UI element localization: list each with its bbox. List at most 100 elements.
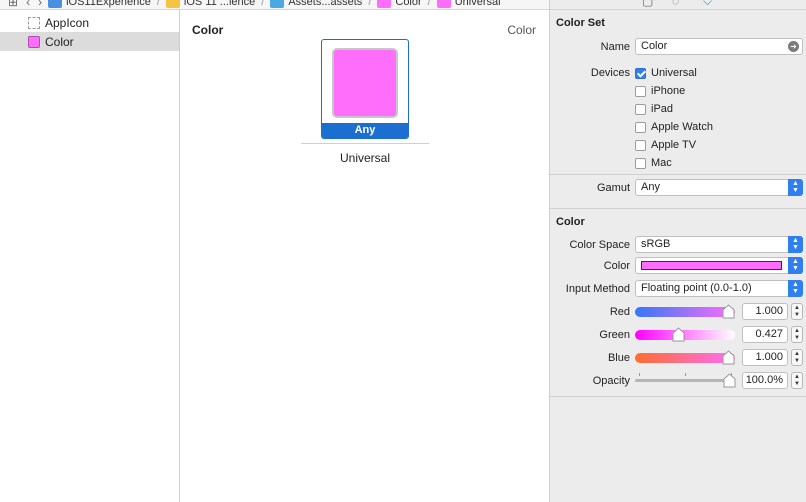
device-universal-checkbox[interactable]: Universal xyxy=(635,66,697,80)
slider-tick xyxy=(639,373,640,376)
checkbox-icon xyxy=(635,85,646,97)
blue-slider[interactable] xyxy=(635,350,735,365)
color-space-value: sRGB xyxy=(641,238,671,250)
inspector-tab-bar: ▢ ◌ ⌵ xyxy=(550,0,806,10)
red-stepper[interactable]: ▲ ▼ xyxy=(791,303,803,320)
related-items-icon[interactable]: ⊞ xyxy=(8,0,18,9)
checkbox-label: iPhone xyxy=(651,85,686,97)
name-label: Name xyxy=(600,41,630,53)
slider-knob-icon[interactable] xyxy=(723,373,736,388)
slider-knob-icon[interactable] xyxy=(722,350,735,365)
jump-bar: ⊞ ‹ › iOS11Experience / iOS 11 ...ience … xyxy=(0,0,549,10)
slider-knob-icon[interactable] xyxy=(722,304,735,319)
breadcrumb-label: iOS11Experience xyxy=(66,0,151,8)
breadcrumb-separator: / xyxy=(427,0,431,8)
device-iphone-checkbox[interactable]: iPhone xyxy=(635,84,685,98)
back-arrow-icon[interactable]: ‹ xyxy=(26,0,30,9)
green-value-field[interactable]: 0.427 xyxy=(742,326,788,343)
go-arrow-icon[interactable]: ➔ xyxy=(788,41,799,52)
color-preview-swatch xyxy=(332,48,398,118)
asset-catalog-icon xyxy=(270,0,285,8)
color-well-popup[interactable]: ▲ ▼ xyxy=(635,257,803,274)
blue-value-field[interactable]: 1.000 xyxy=(742,349,788,366)
device-apple-watch-checkbox[interactable]: Apple Watch xyxy=(635,120,713,134)
name-field[interactable]: Color ➔ xyxy=(635,38,803,55)
checkbox-icon xyxy=(635,139,646,151)
checkbox-icon xyxy=(635,157,646,169)
asset-outline: AppIcon Color xyxy=(0,10,180,502)
asset-type-label: Color xyxy=(507,23,536,37)
red-value-field[interactable]: 1.000 xyxy=(742,303,788,320)
opacity-label: Opacity xyxy=(592,375,630,387)
gamut-popup[interactable]: Any ▲ ▼ xyxy=(635,179,803,196)
color-set-section-title: Color Set xyxy=(556,17,605,29)
outline-item-label: Color xyxy=(45,34,74,49)
device-group-label: Universal xyxy=(339,151,390,165)
opacity-slider[interactable] xyxy=(635,373,736,388)
outline-item-color[interactable]: Color xyxy=(0,32,179,51)
opacity-stepper[interactable]: ▲ ▼ xyxy=(791,372,803,389)
green-slider[interactable] xyxy=(635,327,735,342)
devices-label: Devices xyxy=(590,67,630,79)
color-well-any[interactable]: Any xyxy=(321,39,409,139)
breadcrumb-separator: / xyxy=(368,0,372,8)
breadcrumb-color[interactable]: Color xyxy=(377,0,422,8)
green-label: Green xyxy=(599,329,630,341)
popup-chevrons-icon: ▲ ▼ xyxy=(788,236,803,253)
input-method-value: Floating point (0.0-1.0) xyxy=(641,282,752,294)
color-space-popup[interactable]: sRGB ▲ ▼ xyxy=(635,236,803,253)
input-method-popup[interactable]: Floating point (0.0-1.0) ▲ ▼ xyxy=(635,280,803,297)
color-swatch-icon xyxy=(436,0,451,8)
forward-arrow-icon[interactable]: › xyxy=(38,0,42,9)
popup-chevrons-icon: ▲ ▼ xyxy=(788,280,803,297)
xcode-asset-catalog-window: ⊞ ‹ › iOS11Experience / iOS 11 ...ience … xyxy=(0,0,806,502)
gamut-label: Gamut xyxy=(596,182,630,194)
outline-item-appicon[interactable]: AppIcon xyxy=(0,13,179,32)
slider-tick xyxy=(685,373,686,376)
appicon-placeholder-icon xyxy=(28,16,40,29)
opacity-value-field[interactable]: 100.0% xyxy=(742,372,788,389)
red-slider[interactable] xyxy=(635,304,735,319)
breadcrumb-universal[interactable]: Universal xyxy=(436,0,501,8)
breadcrumb-group[interactable]: iOS 11 ...ience xyxy=(165,0,256,8)
breadcrumb-label: Color xyxy=(395,0,422,8)
breadcrumb-label: Universal xyxy=(454,0,501,8)
slider-knob-icon[interactable] xyxy=(672,327,685,342)
checkbox-label: Universal xyxy=(651,67,697,79)
breadcrumb-separator: / xyxy=(261,0,265,8)
red-label: Red xyxy=(609,306,630,318)
color-well-swatch xyxy=(641,261,782,270)
breadcrumb-label: iOS 11 ...ience xyxy=(183,0,256,8)
blue-label: Blue xyxy=(607,352,630,364)
asset-editor: Color Color Any Universal xyxy=(181,10,549,502)
device-ipad-checkbox[interactable]: iPad xyxy=(635,102,673,116)
breadcrumb-separator: / xyxy=(156,0,160,8)
checkbox-icon xyxy=(635,121,646,133)
gamut-value: Any xyxy=(641,181,660,193)
color-section-title: Color xyxy=(556,216,585,228)
popup-chevrons-icon: ▲ ▼ xyxy=(788,179,803,196)
checkbox-label: Mac xyxy=(651,157,672,169)
color-space-label: Color Space xyxy=(569,239,630,251)
breadcrumb-label: Assets...assets xyxy=(288,0,363,8)
color-swatch-icon xyxy=(28,35,40,48)
breadcrumb-project[interactable]: iOS11Experience xyxy=(48,0,151,8)
attributes-inspector: ▢ ◌ ⌵ Color Set Name Color ➔ Devices Uni… xyxy=(549,0,806,502)
device-mac-checkbox[interactable]: Mac xyxy=(635,156,672,170)
quick-help-icon[interactable]: ◌ xyxy=(672,0,679,8)
popup-chevrons-icon: ▲ ▼ xyxy=(788,257,803,274)
green-stepper[interactable]: ▲ ▼ xyxy=(791,326,803,343)
section-divider xyxy=(550,396,806,397)
attributes-inspector-icon[interactable]: ⌵ xyxy=(703,0,712,9)
project-file-icon xyxy=(48,0,63,8)
breadcrumb-assets[interactable]: Assets...assets xyxy=(270,0,362,8)
outline-item-label: AppIcon xyxy=(45,15,90,30)
file-inspector-icon[interactable]: ▢ xyxy=(642,0,653,8)
folder-icon xyxy=(165,0,180,8)
checkbox-label: iPad xyxy=(651,103,674,115)
device-apple-tv-checkbox[interactable]: Apple TV xyxy=(635,138,696,152)
section-divider xyxy=(550,174,806,175)
input-method-label: Input Method xyxy=(565,283,630,295)
group-divider xyxy=(301,143,429,144)
blue-stepper[interactable]: ▲ ▼ xyxy=(791,349,803,366)
